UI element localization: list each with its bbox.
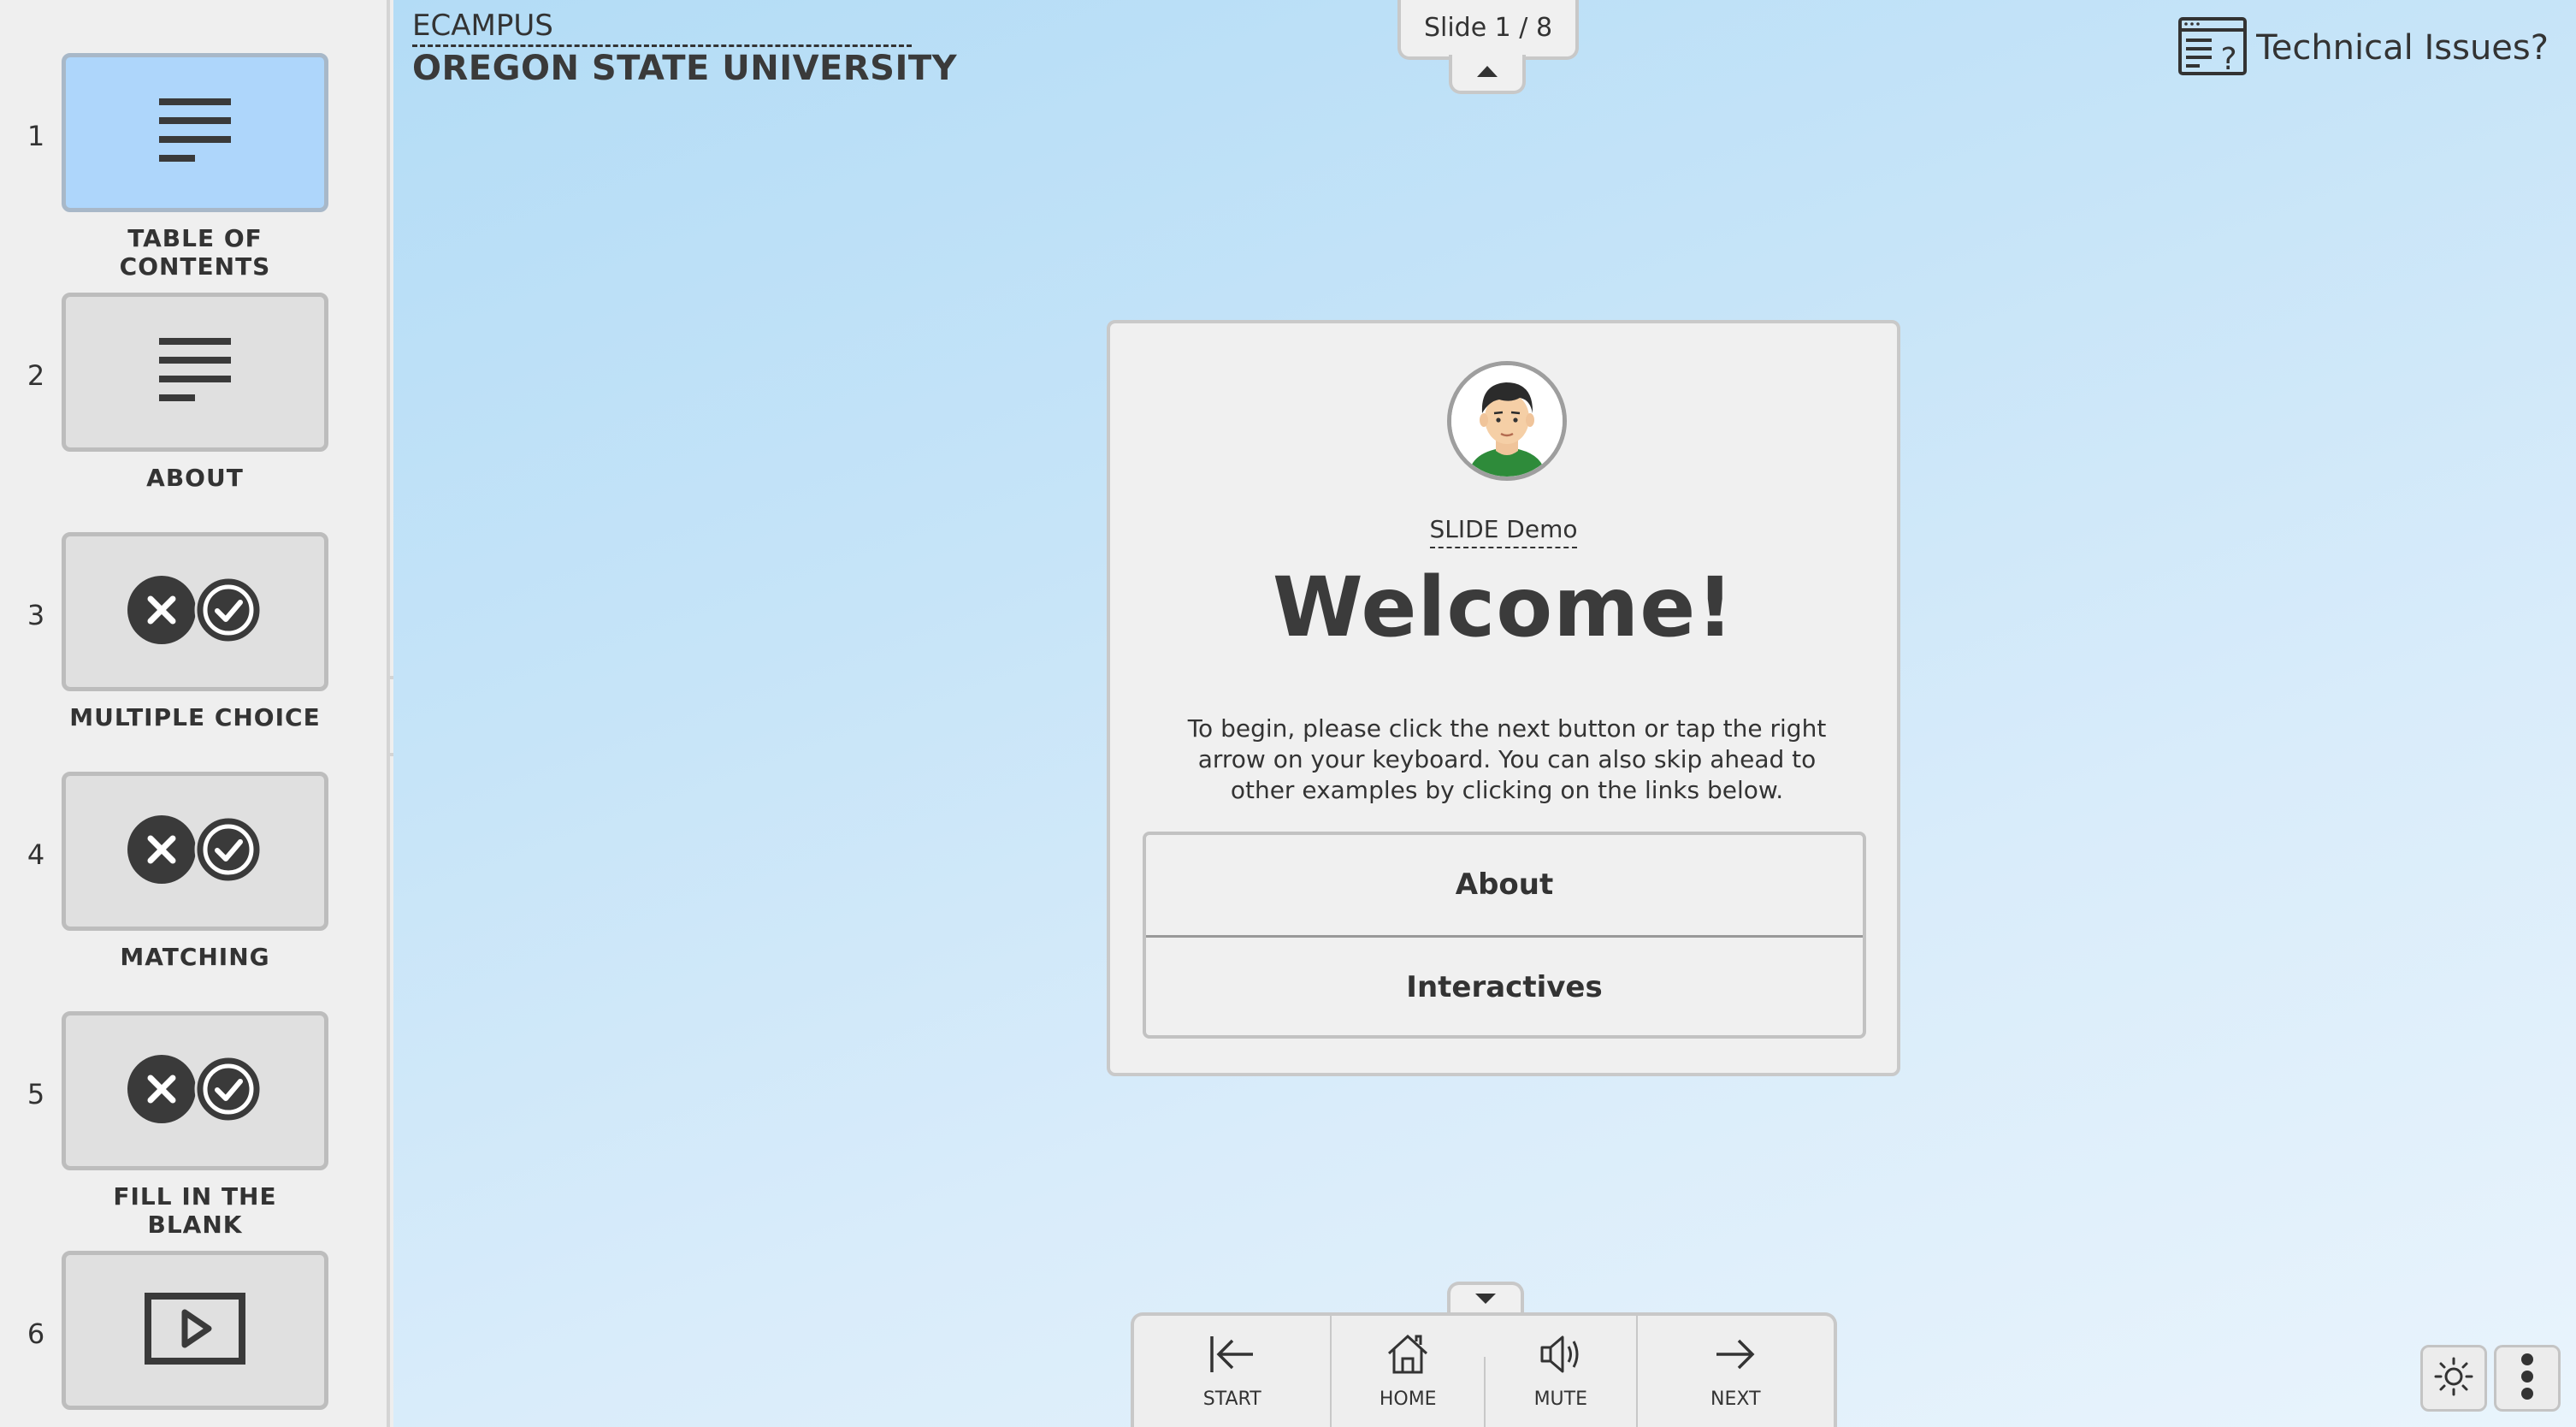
sidebar-item-video[interactable]: 6 [0,1251,387,1427]
play-video-icon [144,1292,246,1370]
arrow-to-start-icon [1208,1333,1256,1380]
next-button[interactable]: NEXT [1638,1316,1834,1427]
home-icon [1384,1333,1432,1380]
welcome-card: SLIDE Demo Welcome! To begin, please cli… [1107,320,1900,1076]
help-window-icon: ? [2177,16,2248,80]
bottom-nav-bar: START HOME MUTE NEXT [1131,1312,1837,1427]
slide-number: 5 [27,1078,45,1110]
slide-thumbnail[interactable] [62,772,328,931]
interactives-link-button[interactable]: Interactives [1146,935,1863,1035]
brand-logo: ECAMPUS OREGON STATE UNIVERSITY [412,9,957,88]
slide-menu-toggle[interactable] [1449,55,1526,94]
more-options-button[interactable] [2494,1345,2561,1412]
slide-number: 1 [27,120,45,152]
text-lines-icon [154,90,236,176]
sidebar-item-about[interactable]: 2 ABOUT [0,293,387,532]
brand-bottom: OREGON STATE UNIVERSITY [412,49,958,88]
vertical-dots-icon [2519,1351,2536,1406]
x-check-icon [125,1052,265,1130]
slide-thumbnail[interactable] [62,53,328,212]
x-check-icon [125,573,265,651]
slide-label: MATCHING [120,943,270,971]
sidebar-item-matching[interactable]: 4 MATCHING [0,772,387,1011]
slide-number: 2 [27,359,45,392]
card-subtitle: SLIDE Demo [1429,515,1578,548]
slide-thumbnail[interactable] [62,293,328,452]
slide-number: 6 [27,1317,45,1350]
home-label: HOME [1379,1389,1437,1410]
slide-label: ABOUT [146,464,244,492]
arrow-right-icon [1711,1333,1759,1380]
slide-counter: Slide 1 / 8 [1397,0,1579,60]
about-link-button[interactable]: About [1146,835,1863,935]
slide-thumbnail[interactable] [62,1251,328,1410]
technical-issues-button[interactable]: ? Technical Issues? [2177,16,2549,80]
mute-label: MUTE [1533,1389,1587,1410]
slide-number: 4 [27,838,45,871]
start-button[interactable]: START [1134,1316,1330,1427]
x-check-icon [125,813,265,891]
sidebar-item-fill-in-the-blank[interactable]: 5 FILL IN THE BLANK [0,1011,387,1251]
next-label: NEXT [1710,1389,1761,1410]
sun-icon [2433,1356,2474,1401]
brand-top: ECAMPUS [412,9,912,47]
slide-sidebar: 1 TABLE OF CONTENTS 2 ABOUT 3 MULTIPLE C… [0,0,390,1427]
svg-text:?: ? [2221,42,2237,76]
slide-thumbnail[interactable] [62,532,328,691]
slide-number: 3 [27,599,45,631]
sidebar-item-table-of-contents[interactable]: 1 TABLE OF CONTENTS [0,53,387,293]
link-list: About Interactives [1143,832,1866,1039]
welcome-instructions: To begin, please click the next button o… [1187,714,1827,804]
caret-down-icon [1474,1292,1498,1310]
avatar [1447,361,1567,481]
slide-area: ECAMPUS OREGON STATE UNIVERSITY Slide 1 … [393,0,2576,1427]
speaker-icon [1537,1333,1585,1380]
start-label: START [1202,1389,1261,1410]
home-button[interactable]: HOME [1332,1316,1484,1427]
caret-up-icon [1475,64,1499,82]
slide-label: FILL IN THE BLANK [113,1182,277,1239]
nav-bar-toggle[interactable] [1447,1282,1524,1316]
slide-thumbnail[interactable] [62,1011,328,1170]
slide-label: MULTIPLE CHOICE [69,703,321,731]
technical-issues-label: Technical Issues? [2256,28,2549,68]
welcome-title: Welcome! [1272,560,1735,655]
text-lines-icon [154,329,236,416]
sidebar-item-multiple-choice[interactable]: 3 MULTIPLE CHOICE [0,532,387,772]
slide-label: TABLE OF CONTENTS [119,224,271,281]
theme-toggle-button[interactable] [2420,1345,2487,1412]
mute-button[interactable]: MUTE [1486,1316,1636,1427]
